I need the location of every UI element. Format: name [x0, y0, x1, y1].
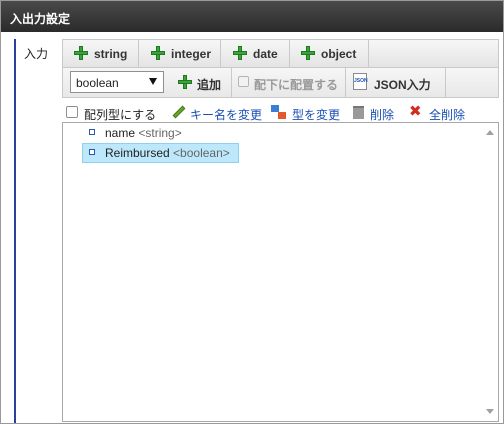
section-label-input: 入力	[24, 47, 49, 61]
node-type: <string>	[138, 126, 182, 140]
plus-icon	[151, 46, 165, 60]
place-under-option: 配下に配置する	[232, 68, 346, 97]
tree-node-name[interactable]: name <string>	[82, 123, 252, 143]
pencil-icon	[172, 106, 185, 119]
type-select[interactable]: boolean	[70, 71, 164, 93]
array-label: 配列型にする	[84, 108, 157, 122]
field-toolbar: boolean 追加 配下に配置する JSON JSON入力	[62, 68, 499, 98]
node-name: Reimbursed	[105, 146, 170, 160]
add-string-button[interactable]: string	[63, 40, 139, 67]
tree-node-label: Reimbursed <boolean>	[105, 146, 230, 160]
json-icon-text: JSON	[354, 78, 368, 84]
delete-link[interactable]: 削除	[370, 106, 394, 123]
close-x-icon: ✖	[409, 103, 422, 120]
tree-node-label: name <string>	[105, 126, 182, 140]
change-type-link[interactable]: 型を変更	[292, 106, 340, 123]
dialog-title: 入出力設定	[10, 12, 71, 26]
section-accent-line	[14, 39, 16, 423]
add-integer-button[interactable]: integer	[139, 40, 221, 67]
dialog-title-bar: 入出力設定	[1, 1, 503, 32]
add-button-label: 追加	[197, 78, 222, 92]
json-input-button[interactable]: JSON JSON入力	[346, 68, 446, 97]
field-tree: name <string> Reimbursed <boolean>	[62, 122, 499, 422]
change-type-icon	[271, 105, 287, 120]
node-bullet-icon	[89, 129, 95, 135]
scroll-up-icon[interactable]	[486, 130, 494, 135]
plus-icon	[178, 75, 192, 89]
rename-key-link[interactable]: キー名を変更	[190, 106, 262, 123]
type-select-value: boolean	[76, 76, 119, 90]
add-date-label: date	[253, 47, 278, 61]
add-object-label: object	[321, 47, 357, 61]
delete-all-link[interactable]: 全削除	[429, 106, 465, 123]
plus-icon	[301, 46, 315, 60]
plus-icon	[74, 46, 88, 60]
io-settings-dialog: 入出力設定 入力 string integer date object bool…	[0, 0, 504, 424]
add-string-label: string	[94, 47, 128, 61]
chevron-down-icon	[149, 78, 157, 85]
node-bullet-icon	[89, 149, 95, 155]
tree-action-bar: 配列型にする キー名を変更 型を変更 削除 ✖ 全削除	[62, 102, 499, 122]
vertical-scrollbar[interactable]	[483, 124, 497, 420]
type-button-bar: string integer date object	[62, 39, 499, 68]
array-checkbox[interactable]	[66, 106, 78, 118]
node-type: <boolean>	[173, 146, 230, 160]
node-name: name	[105, 126, 136, 140]
add-button[interactable]: 追加	[170, 68, 232, 97]
trash-icon	[353, 106, 364, 119]
place-under-checkbox	[238, 76, 249, 87]
place-under-label: 配下に配置する	[254, 78, 339, 92]
add-integer-label: integer	[171, 47, 212, 61]
scroll-down-icon[interactable]	[486, 409, 494, 414]
json-file-icon: JSON	[353, 73, 368, 90]
add-object-button[interactable]: object	[290, 40, 369, 67]
json-input-label: JSON入力	[374, 78, 431, 92]
add-date-button[interactable]: date	[221, 40, 290, 67]
plus-icon	[233, 46, 247, 60]
tree-node-reimbursed[interactable]: Reimbursed <boolean>	[82, 143, 239, 163]
